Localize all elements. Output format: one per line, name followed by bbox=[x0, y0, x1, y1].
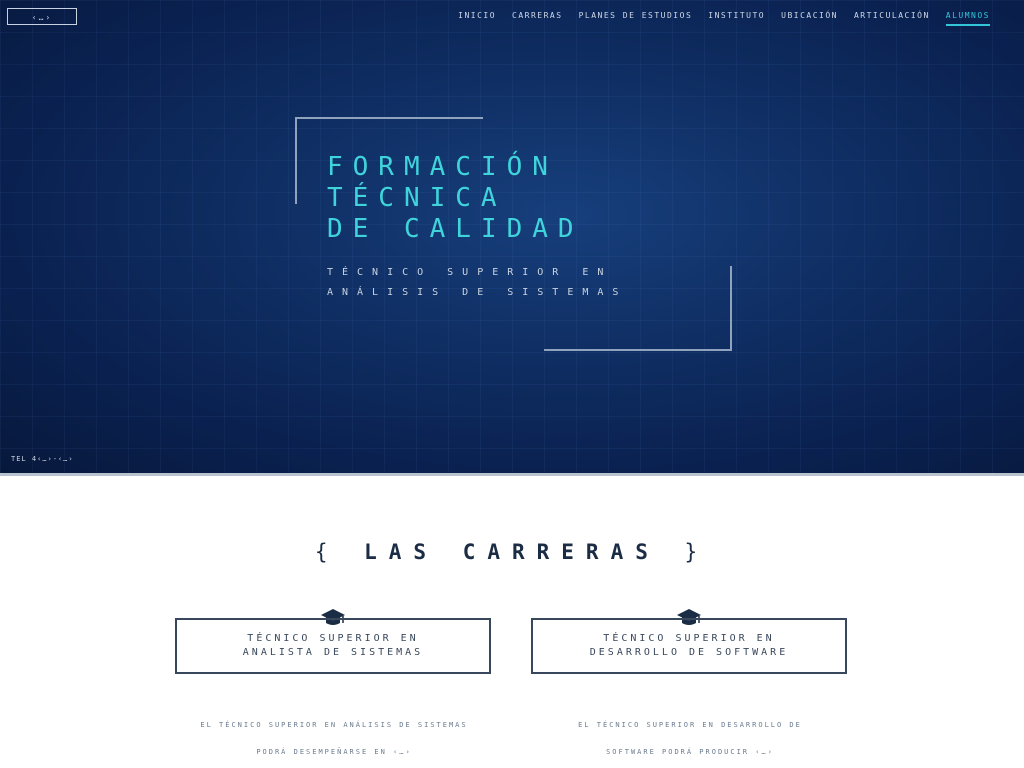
nav-item-inicio[interactable]: INICIO bbox=[458, 11, 496, 26]
main-nav: INICIO CARRERAS PLANES DE ESTUDIOS INSTI… bbox=[458, 11, 990, 26]
section-title-text: LAS CARRERAS bbox=[364, 540, 660, 564]
nav-item-articulacion[interactable]: ARTICULACIÓN bbox=[854, 11, 930, 26]
phone-number: TEL 4‹…›-‹…› bbox=[11, 455, 74, 463]
nav-item-carreras[interactable]: CARRERAS bbox=[512, 11, 563, 26]
career-card-title: TÉCNICO SUPERIOR EN DESARROLLO DE SOFTWA… bbox=[589, 633, 789, 658]
hero-divider bbox=[0, 473, 1024, 476]
hero-title-line-2: TÉCNICA bbox=[327, 183, 507, 213]
hero-title: FORMACIÓN TÉCNICA DE CALIDAD bbox=[327, 152, 584, 245]
brace-open: { bbox=[314, 540, 340, 564]
career-card-desarrollo-software[interactable]: TÉCNICO SUPERIOR EN DESARROLLO DE SOFTWA… bbox=[531, 618, 847, 674]
hero-section: ‹…› INICIO CARRERAS PLANES DE ESTUDIOS I… bbox=[0, 0, 1024, 476]
career-description-desarrollo-software: EL TÉCNICO SUPERIOR EN DESARROLLO DE SOF… bbox=[578, 721, 802, 756]
nav-item-ubicacion[interactable]: UBICACIÓN bbox=[781, 11, 838, 26]
nav-item-instituto[interactable]: INSTITUTO bbox=[708, 11, 765, 26]
career-card-title: TÉCNICO SUPERIOR EN ANALISTA DE SISTEMAS bbox=[242, 633, 424, 658]
hero-subtitle: TÉCNICO SUPERIOR EN ANÁLISIS DE SISTEMAS bbox=[327, 267, 628, 298]
hero-title-line-1: FORMACIÓN bbox=[327, 152, 558, 182]
career-card-analista-sistemas[interactable]: TÉCNICO SUPERIOR EN ANALISTA DE SISTEMAS bbox=[175, 618, 491, 674]
section-title-las-carreras: { LAS CARRERAS } bbox=[0, 540, 1024, 564]
nav-item-planes-de-estudios[interactable]: PLANES DE ESTUDIOS bbox=[579, 11, 693, 26]
brace-close: } bbox=[684, 540, 710, 564]
hero-title-line-3: DE CALIDAD bbox=[327, 214, 584, 244]
site-logo[interactable]: ‹…› bbox=[7, 8, 77, 25]
career-description-analista-sistemas: EL TÉCNICO SUPERIOR EN ANÁLISIS DE SISTE… bbox=[200, 721, 468, 756]
nav-item-alumnos[interactable]: ALUMNOS bbox=[945, 11, 990, 26]
